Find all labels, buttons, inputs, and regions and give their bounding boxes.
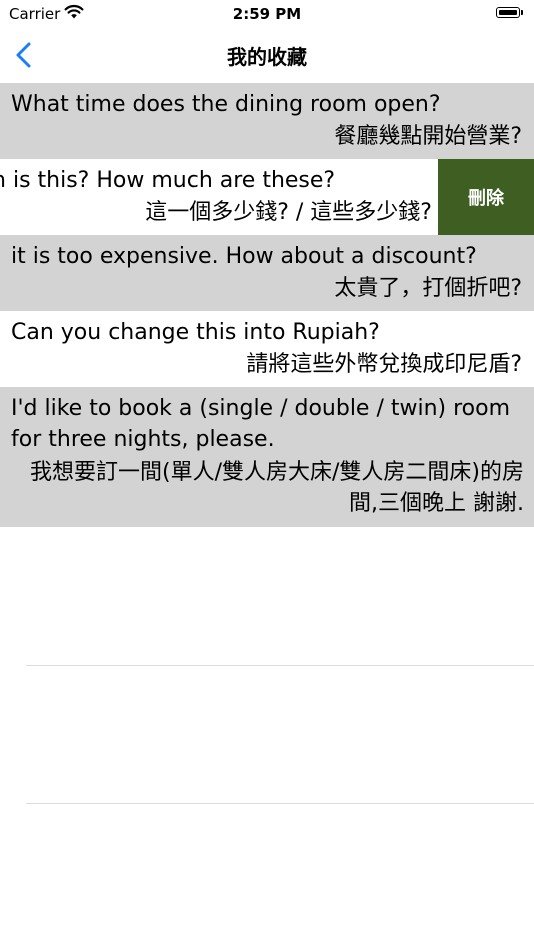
list-item-swiped[interactable]: uch is this? How much are these? 這一個多少錢?… [0, 159, 534, 235]
chinese-phrase: 太貴了，打個折吧? [334, 276, 522, 301]
clock: 2:59 PM [232, 5, 302, 23]
chinese-phrase: 我想要訂一間(單人/雙人房大床/雙人房二間床)的房間,三個晚上 謝謝. [30, 460, 524, 516]
english-phrase: Can you change this into Rupiah? [11, 320, 380, 345]
empty-row-separator [26, 803, 534, 804]
page-title: 我的收藏 [227, 45, 307, 69]
swiped-row-content[interactable]: uch is this? How much are these? 這一個多少錢?… [0, 159, 438, 235]
chinese-phrase: 請將這些外幣兌換成印尼盾? [246, 352, 522, 377]
list-item[interactable]: What time does the dining room open? 餐廳幾… [0, 83, 534, 159]
battery-icon [496, 7, 520, 18]
english-phrase: it is too expensive. How about a discoun… [11, 244, 477, 269]
navigation-bar: 我的收藏 [0, 28, 534, 82]
chinese-phrase: 餐廳幾點開始營業? [334, 124, 522, 149]
empty-row-separator [26, 665, 534, 666]
english-phrase: I'd like to book a (single / double / tw… [11, 396, 511, 452]
english-phrase: uch is this? How much are these? [0, 168, 336, 193]
list-item[interactable]: I'd like to book a (single / double / tw… [0, 387, 534, 527]
status-bar: Carrier 2:59 PM [0, 0, 534, 28]
chinese-phrase: 這一個多少錢? / 這些多少錢? [145, 200, 432, 225]
list-item[interactable]: Can you change this into Rupiah? 請將這些外幣兌… [0, 311, 534, 387]
list-item[interactable]: it is too expensive. How about a discoun… [0, 235, 534, 311]
delete-button[interactable]: 刪除 [438, 159, 534, 235]
english-phrase: What time does the dining room open? [11, 92, 441, 117]
battery-tip [521, 10, 523, 15]
